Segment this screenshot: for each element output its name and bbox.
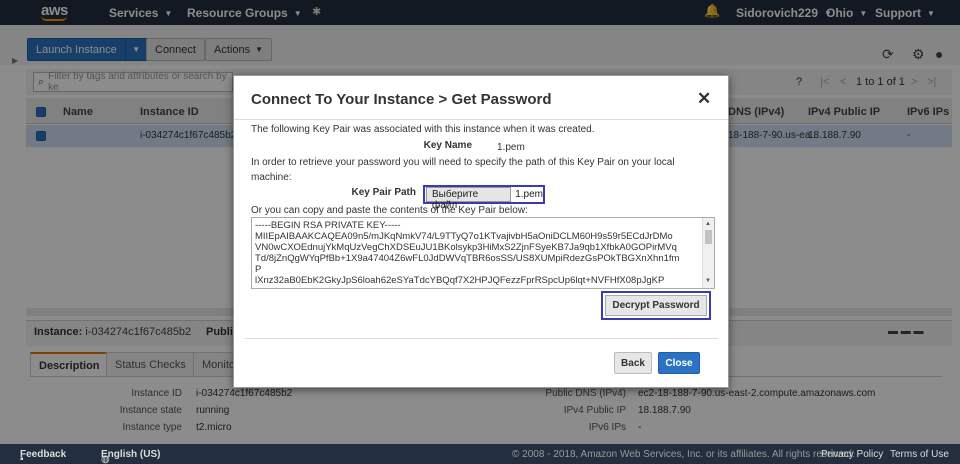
key-pair-file-input[interactable]: Выберите файл 1.pem [423, 185, 545, 211]
get-password-dialog: Connect To Your Instance > Get Password … [233, 75, 729, 388]
scroll-down-icon[interactable]: ▼ [705, 276, 711, 287]
intro-text: The following Key Pair was associated wi… [251, 124, 595, 135]
decrypt-password-button[interactable]: Decrypt Password [601, 291, 711, 320]
textarea-scrollbar[interactable]: ▲ ▼ [702, 218, 714, 288]
chosen-file-name: 1.pem [515, 189, 543, 200]
dialog-footer-divider [244, 338, 718, 339]
back-button[interactable]: Back [614, 352, 652, 374]
scroll-thumb[interactable] [705, 230, 712, 244]
close-icon[interactable]: ✕ [697, 89, 711, 109]
key-line: -----BEGIN RSA PRIVATE KEY----- [255, 220, 401, 231]
chat-icon: ▪ [20, 454, 24, 464]
instructions-text-1: In order to retrieve your password you w… [251, 157, 675, 168]
terms-of-use-link[interactable]: Terms of Use [890, 449, 949, 460]
key-pair-path-label: Key Pair Path [351, 187, 416, 198]
key-line: MIIEpAIBAAKCAQEA09n5/mJKqNmkV74/L9TTyQ7o… [255, 231, 673, 242]
paste-hint-text: Or you can copy and paste the contents o… [251, 205, 528, 216]
key-name-label: Key Name [423, 140, 472, 151]
key-line: P [255, 264, 262, 275]
key-line: VN0wCXOEdnujYkMqUzVegChXDSEuJU1BKolsykp3… [255, 242, 677, 253]
key-line: lXnz32aB0EbK2GkyJpS6loah62eSYaTdcYBQqf7X… [255, 275, 665, 286]
language-selector[interactable]: ◍ English (US) [101, 449, 160, 464]
privacy-policy-link[interactable]: Privacy Policy [821, 449, 883, 460]
key-name-value: 1.pem [497, 142, 525, 153]
choose-file-button[interactable]: Выберите файл [426, 187, 512, 211]
instructions-text-2: machine: [251, 172, 292, 183]
dialog-title: Connect To Your Instance > Get Password [251, 91, 552, 108]
copyright-text: © 2008 - 2018, Amazon Web Services, Inc.… [512, 449, 855, 460]
key-line: Td/8jZnQgWYqPfBb+1X9a47404Z6wFL0JdDWVqTB… [255, 253, 680, 264]
feedback-link[interactable]: ▪ Feedback [20, 449, 66, 464]
scroll-up-icon[interactable]: ▲ [705, 219, 711, 230]
footer: ▪ Feedback ◍ English (US) © 2008 - 2018,… [0, 444, 960, 464]
close-button[interactable]: Close [658, 352, 700, 374]
dialog-divider [234, 119, 728, 120]
globe-icon: ◍ [101, 454, 110, 464]
private-key-textarea[interactable]: -----BEGIN RSA PRIVATE KEY----- MIIEpAIB… [251, 217, 715, 289]
